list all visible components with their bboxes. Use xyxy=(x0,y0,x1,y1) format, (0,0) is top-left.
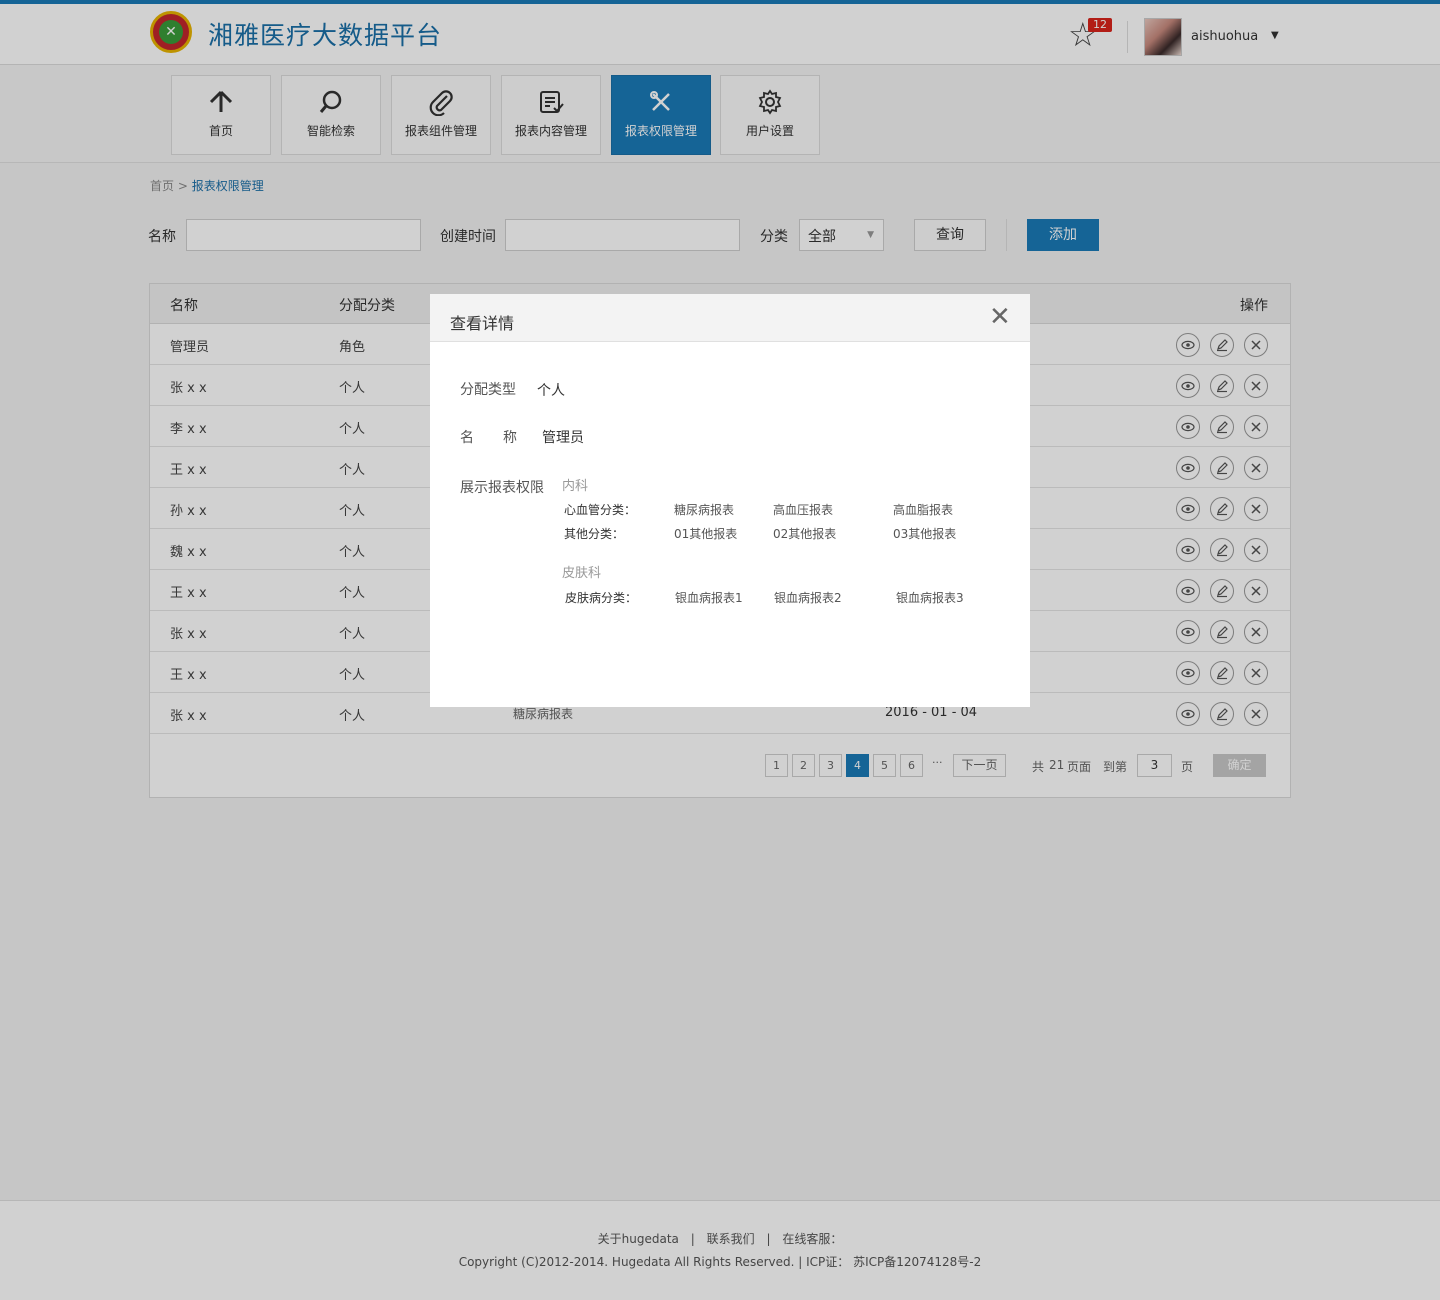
report-item: 01其他报表 xyxy=(674,527,738,541)
modal-title: 查看详情 xyxy=(450,314,515,333)
name-label-first: 名 xyxy=(460,430,474,446)
report-item: 糖尿病报表 xyxy=(674,503,735,517)
category-label: 皮肤病分类： xyxy=(565,591,638,605)
report-item: 银血病报表2 xyxy=(774,591,842,605)
detail-modal: 查看详情 ✕ 分配类型 个人 名 称 管理员 展示报表权限 内科 心血管分类： … xyxy=(430,294,1030,707)
name-label-second: 称 xyxy=(503,430,517,446)
type-label: 分配类型 xyxy=(460,382,516,398)
report-item: 银血病报表1 xyxy=(675,591,743,605)
close-icon[interactable]: ✕ xyxy=(989,303,1011,331)
modal-header: 查看详情 ✕ xyxy=(430,294,1030,342)
permissions-label: 展示报表权限 xyxy=(460,480,544,496)
name-value: 管理员 xyxy=(542,430,584,446)
type-value: 个人 xyxy=(537,383,565,399)
department-internal-medicine: 内科 xyxy=(562,479,589,494)
report-item: 高血压报表 xyxy=(773,503,834,517)
department-dermatology: 皮肤科 xyxy=(562,566,602,581)
category-label: 其他分类： xyxy=(564,527,625,541)
report-item: 高血脂报表 xyxy=(893,503,954,517)
report-item: 银血病报表3 xyxy=(896,591,964,605)
report-item: 02其他报表 xyxy=(773,527,837,541)
category-label: 心血管分类： xyxy=(564,503,637,517)
report-item: 03其他报表 xyxy=(893,527,957,541)
